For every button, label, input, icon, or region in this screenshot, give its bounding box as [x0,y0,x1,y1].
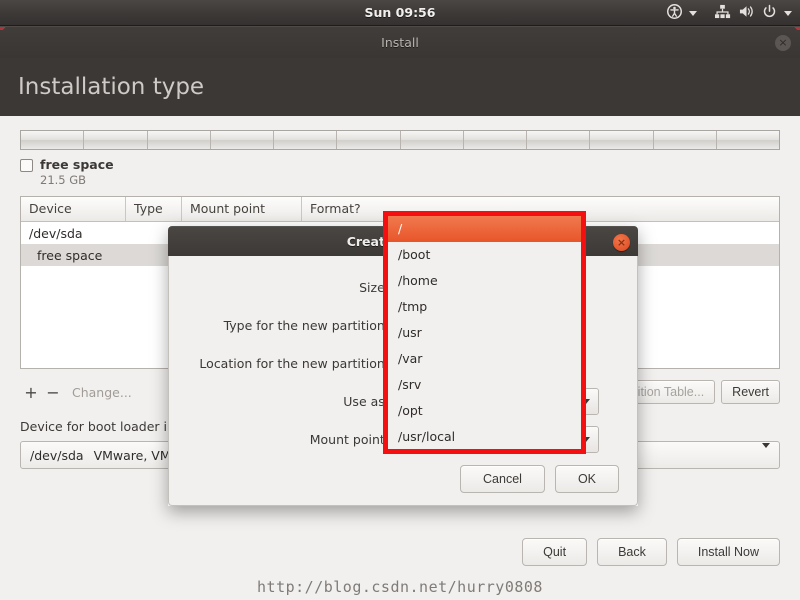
chevron-down-icon[interactable] [762,442,770,463]
cell-device: free space [37,247,103,263]
partition-segment [401,131,464,149]
partition-segment [527,131,591,149]
revert-button[interactable]: Revert [721,380,780,404]
dropdown-item-opt[interactable]: /opt [388,398,581,424]
partition-segment [590,131,654,149]
window-close-button[interactable]: × [775,35,791,51]
installer-window: Install × Installation type free space 2… [0,26,800,600]
remove-partition-button[interactable]: − [42,383,64,402]
partition-segment [274,131,338,149]
volume-icon[interactable] [738,4,755,23]
partition-usage-bar [20,130,780,150]
partition-legend: free space 21.5 GB [20,157,780,187]
table-header-mount-point[interactable]: Mount point [182,197,302,221]
legend-checkbox[interactable] [20,159,33,172]
dropdown-item-srv[interactable]: /srv [388,372,581,398]
dropdown-item-home[interactable]: /home [388,268,581,294]
cell-device: /dev/sda [29,225,83,241]
partition-segment [84,131,148,149]
page-header: Installation type [0,58,800,116]
dropdown-item-var[interactable]: /var [388,346,581,372]
partition-segment [211,131,274,149]
screen: Sun 09:56 Install × Installation type fr… [0,0,800,600]
add-partition-button[interactable]: + [20,383,42,402]
partition-segment [21,131,85,149]
legend-label: free space [40,157,114,172]
titlebar-corner-right [792,27,800,30]
table-header-device[interactable]: Device [21,197,126,221]
partition-segment [717,131,779,149]
window-titlebar: Install × [0,26,800,58]
install-now-button[interactable]: Install Now [676,538,780,566]
dropdown-item-root[interactable]: / [388,216,581,242]
table-header-type[interactable]: Type [126,197,182,221]
footer-buttons: Quit Back Install Now [522,538,780,566]
partition-segment [148,131,211,149]
quit-button[interactable]: Quit [522,538,588,566]
mount-point-dropdown-annotation: / /boot /home /tmp /usr /var /srv /opt /… [383,211,586,454]
location-label: Location for the new partition: [199,355,389,371]
change-partition-button[interactable]: Change... [72,385,132,400]
caret-down-icon[interactable] [784,10,792,16]
dropdown-item-boot[interactable]: /boot [388,242,581,268]
bootloader-device-value: /dev/sda [30,447,84,463]
system-tray [667,0,792,26]
content-area: free space 21.5 GB Device Type Mount poi… [0,116,800,600]
ok-button[interactable]: OK [554,465,619,493]
partition-segment [654,131,717,149]
dropdown-item-tmp[interactable]: /tmp [388,294,581,320]
mount-point-dropdown-list[interactable]: / /boot /home /tmp /usr /var /srv /opt /… [388,216,581,449]
watermark: http://blog.csdn.net/hurry0808 [257,578,543,596]
cancel-button[interactable]: Cancel [460,465,545,493]
dialog-buttons: Cancel OK [460,465,619,493]
page-title: Installation type [18,74,205,100]
dropdown-item-usr-local[interactable]: /usr/local [388,424,581,449]
dropdown-item-usr[interactable]: /usr [388,320,581,346]
mount-point-label: Mount point: [309,431,389,447]
partition-segment [464,131,527,149]
titlebar-corner-left [0,27,8,30]
legend-size: 21.5 GB [40,173,87,187]
caret-down-icon[interactable] [689,10,697,16]
unity-top-panel: Sun 09:56 [0,0,800,26]
dialog-close-button[interactable]: × [613,234,630,251]
window-title: Install [381,35,419,50]
network-icon[interactable] [714,4,731,23]
size-label: Size: [359,279,389,295]
use-as-label: Use as: [343,393,389,409]
accessibility-icon[interactable] [667,3,682,23]
power-icon[interactable] [762,4,777,23]
partition-segment [337,131,401,149]
back-button[interactable]: Back [597,538,667,566]
type-label: Type for the new partition: [223,317,389,333]
